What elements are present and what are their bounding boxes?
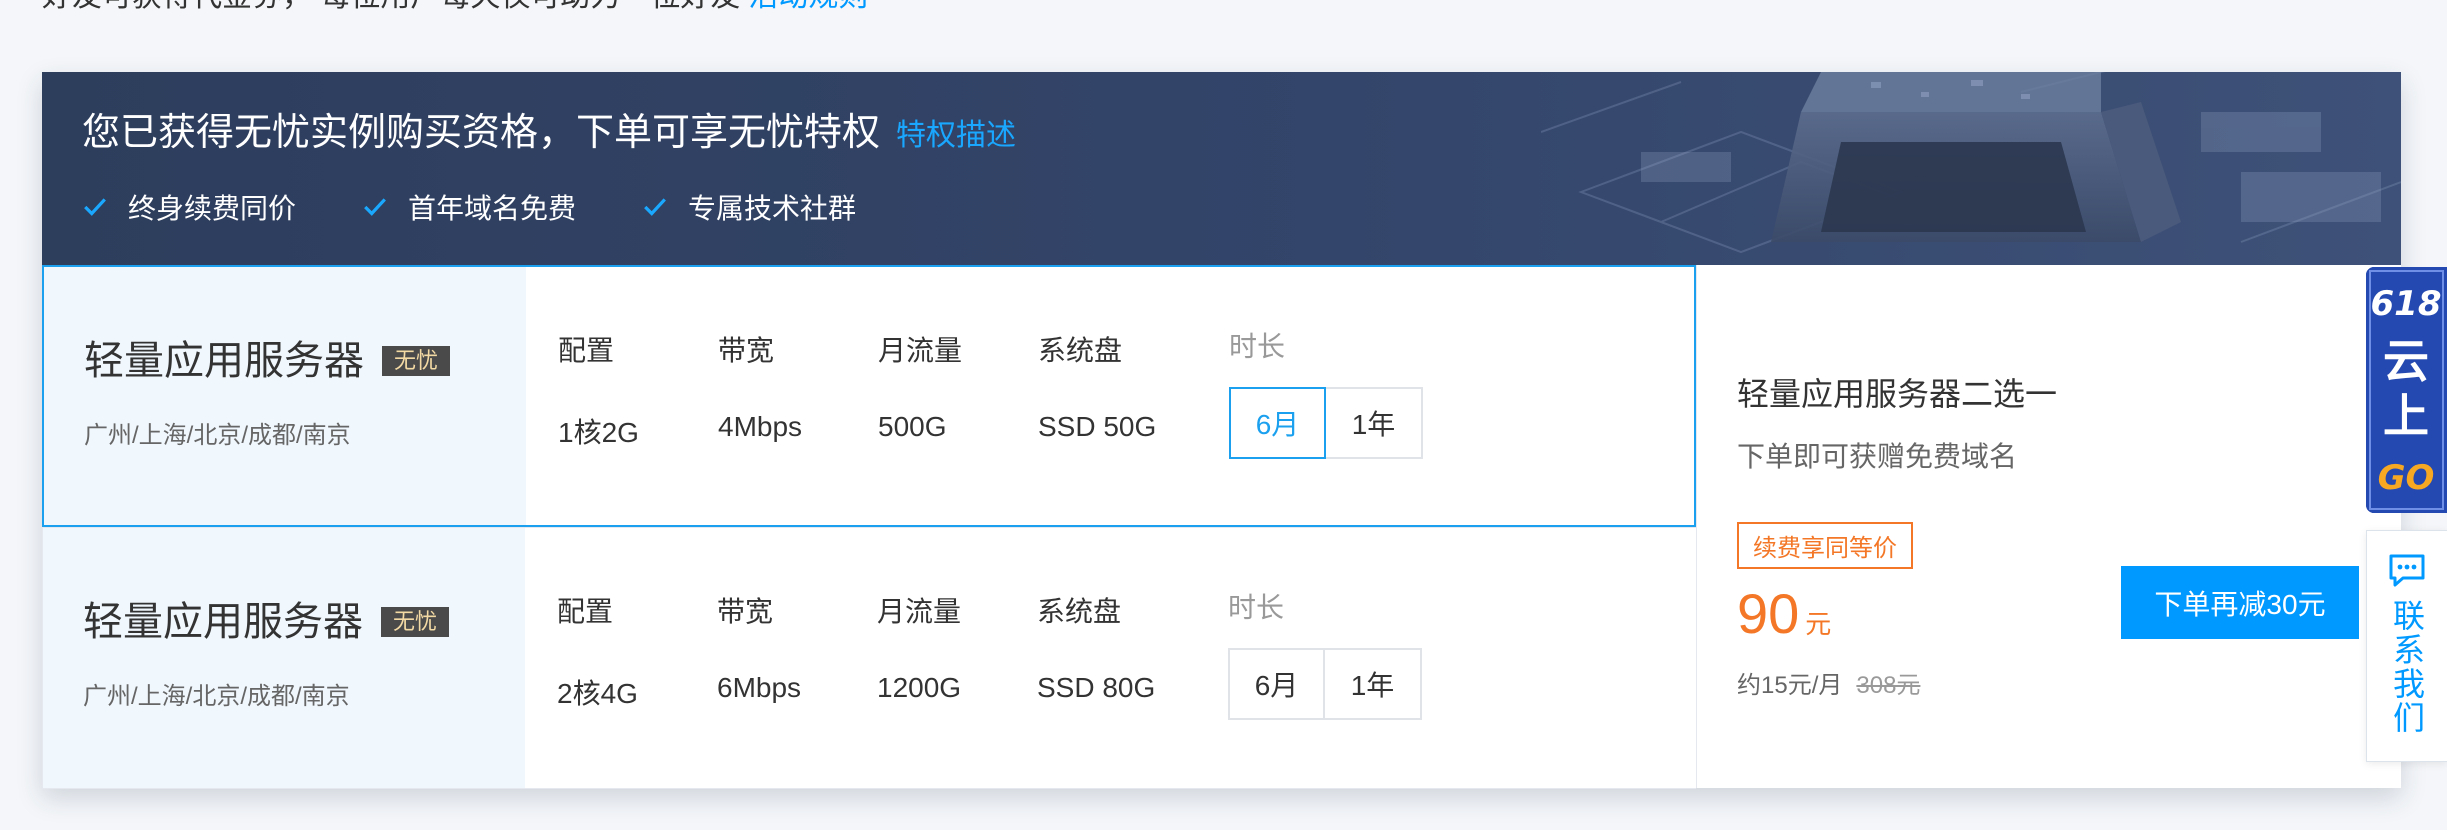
spec-label: 月流量 bbox=[878, 335, 963, 366]
check-icon bbox=[84, 198, 106, 216]
promo-618-widget[interactable]: 618 云 上 GO bbox=[2366, 267, 2447, 513]
activity-intro: 好友可获得代金券， 每位用户每天仅可助力一位好友 bbox=[42, 0, 740, 13]
duration-label: 时长 bbox=[1228, 592, 1285, 623]
price: 90 元 bbox=[1737, 581, 1831, 646]
contact-us-button[interactable]: 联系我们 bbox=[2366, 530, 2447, 762]
product-name-text: 轻量应用服务器 bbox=[83, 600, 363, 644]
product-option-1[interactable]: 轻量应用服务器 无忧 广州/上海/北京/成都/南京 配置 1核2G 带宽 4Mbp… bbox=[42, 265, 1696, 527]
offer-panel: 您已获得无忧实例购买资格，下单可享无忧特权 特权描述 终身续费同价 首年域名免费 … bbox=[42, 72, 2401, 789]
duration-option-1y[interactable]: 1年 bbox=[1326, 387, 1423, 459]
product-name-text: 轻量应用服务器 bbox=[84, 339, 364, 383]
banner-title-text: 您已获得无忧实例购买资格，下单可享无忧特权 bbox=[82, 112, 881, 154]
spec-value: SSD 80G bbox=[1037, 672, 1156, 703]
spec-bandwidth: 带宽 6Mbps bbox=[717, 590, 801, 704]
worry-free-badge: 无忧 bbox=[381, 607, 450, 637]
spec-value: 500G bbox=[878, 411, 947, 442]
banner-title: 您已获得无忧实例购买资格，下单可享无忧特权 特权描述 bbox=[82, 114, 1016, 152]
perk-label: 首年域名免费 bbox=[408, 193, 577, 224]
privilege-description-link[interactable]: 特权描述 bbox=[896, 119, 1016, 152]
order-button[interactable]: 下单再减30元 bbox=[2121, 566, 2359, 639]
check-icon bbox=[364, 198, 386, 216]
duration-label: 时长 bbox=[1229, 331, 1286, 362]
duration-selector: 时长 6月 1年 bbox=[1228, 586, 1422, 720]
original-price: 308元 bbox=[1856, 672, 1921, 699]
spec-value: SSD 50G bbox=[1038, 411, 1157, 442]
spec-label: 带宽 bbox=[718, 335, 775, 366]
perk-list: 终身续费同价 首年域名免费 专属技术社群 bbox=[82, 187, 922, 227]
monthly-price: 约15元/月 bbox=[1737, 672, 1843, 699]
spec-label: 月流量 bbox=[877, 596, 962, 627]
spec-label: 系统盘 bbox=[1038, 335, 1123, 366]
price-unit: 元 bbox=[1805, 609, 1832, 639]
order-summary: 轻量应用服务器二选一 下单即可获赠免费域名 续费享同等价 90 元 约15元/月 3… bbox=[1696, 265, 2401, 788]
product-name: 轻量应用服务器 无忧 bbox=[83, 600, 450, 644]
spec-traffic: 月流量 500G bbox=[878, 329, 962, 443]
price-detail: 约15元/月 308元 bbox=[1737, 665, 1920, 700]
perk-item: 专属技术社群 bbox=[642, 187, 856, 227]
spec-config: 配置 1核2G bbox=[558, 329, 639, 451]
spec-value: 6Mbps bbox=[717, 672, 802, 703]
product-info: 轻量应用服务器 无忧 广州/上海/北京/成都/南京 bbox=[44, 267, 526, 525]
spec-value: 2核4G bbox=[557, 678, 638, 709]
spec-config: 配置 2核4G bbox=[557, 590, 638, 712]
promo-cloud-text: 云 bbox=[2383, 334, 2429, 388]
spec-disk: 系统盘 SSD 50G bbox=[1038, 329, 1156, 443]
duration-option-6m[interactable]: 6月 bbox=[1229, 387, 1326, 459]
server-chip-illustration bbox=[1541, 72, 2401, 254]
spec-bandwidth: 带宽 4Mbps bbox=[718, 329, 802, 443]
promo-go-text: GO bbox=[2378, 458, 2435, 498]
privilege-banner: 您已获得无忧实例购买资格，下单可享无忧特权 特权描述 终身续费同价 首年域名免费 … bbox=[42, 72, 2401, 265]
price-value: 90 bbox=[1737, 582, 1800, 645]
chat-bubble-icon bbox=[2389, 554, 2425, 587]
activity-rules-link[interactable]: 活动规则 bbox=[748, 0, 868, 13]
spec-value: 4Mbps bbox=[718, 411, 803, 442]
product-regions: 广州/上海/北京/成都/南京 bbox=[83, 683, 350, 710]
activity-intro-text: 好友可获得代金券， 每位用户每天仅可助力一位好友活动规则 bbox=[42, 0, 868, 12]
spec-value: 1核2G bbox=[558, 417, 639, 448]
perk-label: 专属技术社群 bbox=[688, 193, 857, 224]
worry-free-badge: 无忧 bbox=[382, 346, 451, 376]
promo-618-text: 618 bbox=[2371, 284, 2442, 324]
summary-subtitle: 下单即可获赠免费域名 bbox=[1737, 441, 2018, 472]
spec-value: 1200G bbox=[877, 672, 962, 703]
perk-item: 首年域名免费 bbox=[362, 187, 576, 227]
summary-title: 轻量应用服务器二选一 bbox=[1737, 376, 2058, 412]
spec-label: 带宽 bbox=[717, 596, 774, 627]
promo-up-text: 上 bbox=[2383, 389, 2429, 443]
contact-us-label: 联系我们 bbox=[2389, 599, 2425, 735]
spec-disk: 系统盘 SSD 80G bbox=[1037, 590, 1155, 704]
promo-618-graphic: 618 云 上 GO bbox=[2366, 267, 2447, 513]
renewal-tag: 续费享同等价 bbox=[1737, 522, 1913, 569]
perk-item: 终身续费同价 bbox=[82, 187, 296, 227]
product-info: 轻量应用服务器 无忧 广州/上海/北京/成都/南京 bbox=[43, 528, 525, 788]
duration-option-6m[interactable]: 6月 bbox=[1228, 648, 1325, 720]
product-regions: 广州/上海/北京/成都/南京 bbox=[84, 422, 351, 449]
duration-option-1y[interactable]: 1年 bbox=[1325, 648, 1422, 720]
spec-traffic: 月流量 1200G bbox=[877, 590, 961, 704]
spec-label: 配置 bbox=[557, 596, 614, 627]
check-icon bbox=[644, 198, 666, 216]
product-option-2[interactable]: 轻量应用服务器 无忧 广州/上海/北京/成都/南京 配置 2核4G 带宽 6Mbp… bbox=[42, 527, 1696, 789]
perk-label: 终身续费同价 bbox=[128, 193, 297, 224]
duration-selector: 时长 6月 1年 bbox=[1229, 325, 1423, 459]
spec-label: 配置 bbox=[558, 335, 615, 366]
spec-label: 系统盘 bbox=[1037, 596, 1122, 627]
product-name: 轻量应用服务器 无忧 bbox=[84, 339, 451, 383]
